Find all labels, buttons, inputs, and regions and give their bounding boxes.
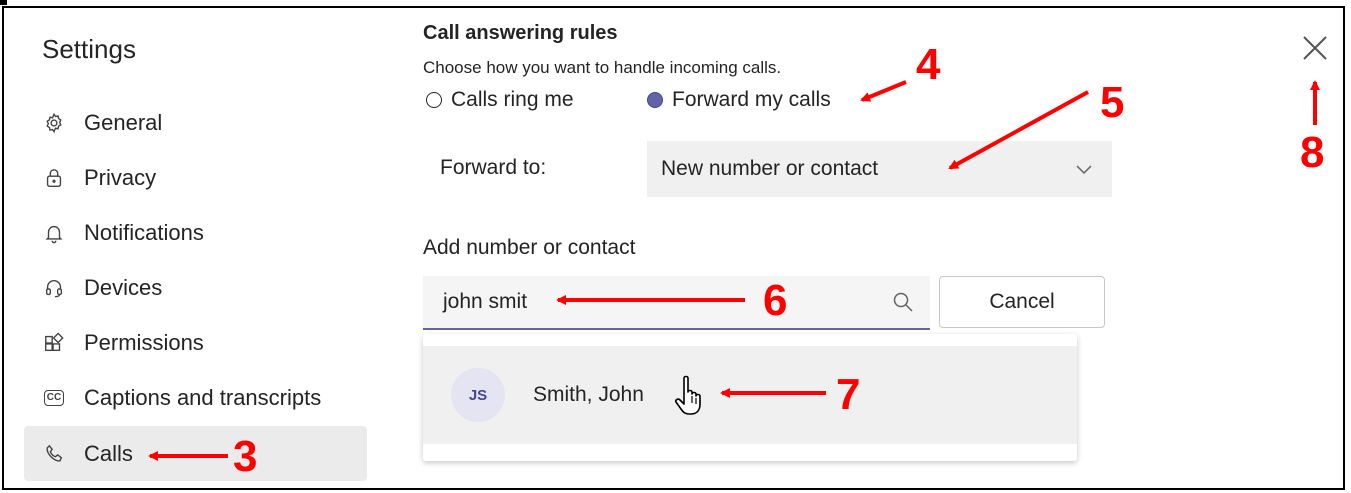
sidebar-item-label: Privacy	[84, 164, 157, 190]
suggestion-item[interactable]: JS Smith, John	[423, 346, 1077, 444]
search-input-value: john smit	[443, 290, 528, 313]
sidebar-item-captions[interactable]: CC Captions and transcripts	[24, 370, 367, 425]
bell-icon	[42, 221, 66, 245]
sidebar-item-devices[interactable]: Devices	[24, 260, 367, 315]
sidebar-item-label: Notifications	[84, 219, 204, 245]
cc-icon: CC	[42, 386, 66, 410]
contact-search-input[interactable]: john smit	[423, 276, 930, 330]
sidebar-item-label: General	[84, 109, 163, 135]
section-subtitle: Choose how you want to handle incoming c…	[423, 58, 782, 77]
sidebar-item-privacy[interactable]: Privacy	[24, 150, 367, 205]
annotation-number-8: 8	[1300, 128, 1325, 177]
corner-mark	[0, 0, 7, 5]
radio-selected-icon	[647, 92, 663, 108]
annotation-number-5: 5	[1100, 78, 1125, 127]
annotation-number-4: 4	[916, 40, 941, 89]
search-icon	[893, 292, 913, 312]
contact-name: Smith, John	[533, 383, 644, 406]
annotation-number-7: 7	[836, 370, 861, 419]
phone-icon	[42, 442, 66, 466]
apps-icon	[42, 331, 66, 355]
radio-forward-my-calls[interactable]: Forward my calls	[647, 88, 831, 112]
forward-to-dropdown[interactable]: New number or contact	[647, 141, 1112, 197]
sidebar-item-label: Devices	[84, 274, 163, 300]
forward-to-label: Forward to:	[440, 156, 547, 179]
annotation-number-3: 3	[233, 432, 258, 481]
radio-label: Calls ring me	[451, 88, 574, 111]
chevron-down-icon	[1076, 165, 1092, 175]
sidebar-item-label: Calls	[84, 440, 133, 466]
radio-calls-ring-me[interactable]: Calls ring me	[426, 88, 574, 112]
contact-suggestions: JS Smith, John	[423, 334, 1077, 461]
cancel-button[interactable]: Cancel	[939, 276, 1105, 328]
sidebar-item-permissions[interactable]: Permissions	[24, 315, 367, 370]
forward-to-value: New number or contact	[661, 157, 879, 180]
add-number-label: Add number or contact	[423, 236, 636, 259]
lock-icon	[42, 166, 66, 190]
gear-icon	[42, 111, 66, 135]
sidebar-item-label: Captions and transcripts	[84, 384, 322, 410]
settings-title: Settings	[42, 34, 136, 64]
hand-cursor-icon	[675, 375, 701, 415]
close-icon[interactable]	[1301, 34, 1329, 62]
annotation-number-6: 6	[763, 276, 788, 325]
avatar: JS	[451, 368, 505, 422]
sidebar-item-label: Permissions	[84, 329, 204, 355]
section-title: Call answering rules	[423, 22, 618, 44]
sidebar-item-notifications[interactable]: Notifications	[24, 205, 367, 260]
radio-unselected-icon	[426, 92, 442, 108]
headset-icon	[42, 276, 66, 300]
sidebar-item-general[interactable]: General	[24, 95, 367, 150]
sidebar-item-calls[interactable]: Calls	[24, 426, 367, 481]
radio-label: Forward my calls	[672, 88, 831, 111]
